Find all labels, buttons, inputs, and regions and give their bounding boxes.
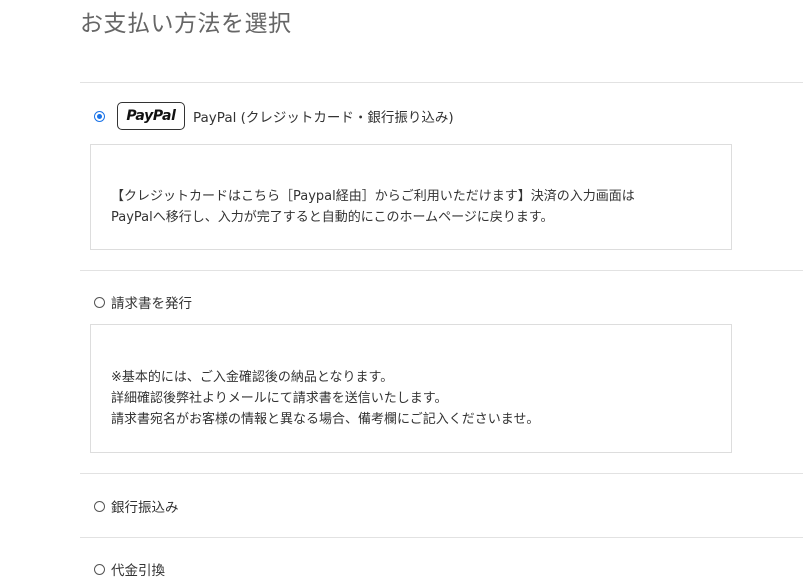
bank-transfer-radio[interactable] (94, 500, 105, 512)
divider (80, 537, 803, 538)
paypal-label: PayPal (クレジットカード・銀行振り込み) (193, 110, 454, 126)
invoice-radio[interactable] (94, 296, 105, 308)
paypal-logo-text: PayPal (126, 108, 176, 124)
invoice-description-box: ※基本的には、ご入金確認後の納品となります。 詳細確認後弊社よりメールにて請求書… (90, 324, 732, 453)
payment-option-bank-transfer[interactable]: 銀行振込み (94, 496, 179, 516)
cash-on-delivery-radio[interactable] (94, 563, 105, 575)
invoice-description-line: 詳細確認後弊社よりメールにて請求書を送信いたします。 (111, 391, 448, 406)
payment-option-invoice[interactable]: 請求書を発行 (94, 292, 192, 312)
page-title: お支払い方法を選択 (80, 11, 292, 37)
paypal-radio[interactable] (94, 110, 105, 122)
divider (80, 82, 803, 83)
paypal-description-line: 【クレジットカードはこちら［Paypal経由］からご利用いただけます】決済の入力… (111, 189, 635, 204)
paypal-description-box: 【クレジットカードはこちら［Paypal経由］からご利用いただけます】決済の入力… (90, 144, 732, 250)
payment-method-page: お支払い方法を選択 PayPal PayPal (クレジットカード・銀行振り込み… (0, 0, 803, 585)
divider (80, 473, 803, 474)
bank-transfer-label: 銀行振込み (111, 500, 179, 516)
paypal-description-line: PayPalへ移行し、入力が完了すると自動的にこのホームページに戻ります。 (111, 210, 554, 225)
invoice-label: 請求書を発行 (111, 296, 192, 312)
payment-option-cash-on-delivery[interactable]: 代金引換 (94, 559, 165, 579)
divider (80, 270, 803, 271)
cash-on-delivery-label: 代金引換 (111, 563, 165, 579)
invoice-description-line: 請求書宛名がお客様の情報と異なる場合、備考欄にご記入くださいませ。 (111, 412, 540, 427)
invoice-description-line: ※基本的には、ご入金確認後の納品となります。 (111, 370, 394, 385)
payment-option-paypal[interactable]: PayPal PayPal (クレジットカード・銀行振り込み) (94, 102, 454, 130)
paypal-logo: PayPal (117, 102, 185, 130)
